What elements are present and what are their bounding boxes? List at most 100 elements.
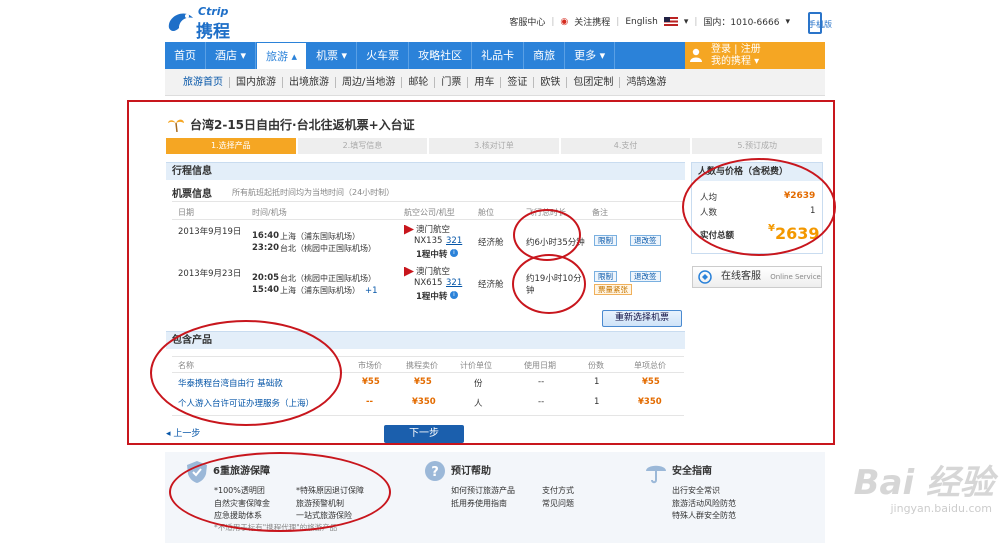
subnav-custom[interactable]: 包团定制 (567, 76, 621, 88)
transfer-label: 1程中转 (416, 292, 448, 302)
subnav-domestic[interactable]: 国内旅游 (230, 76, 283, 88)
nav-more[interactable]: 更多 ▾ (565, 42, 616, 69)
reselect-flights-button[interactable]: 重新选择机票 (602, 310, 682, 327)
safety-link[interactable]: 旅游活动风险防范 (672, 498, 736, 509)
guarantee-item[interactable]: 应急援助体系 (214, 510, 262, 521)
info-icon[interactable]: i (450, 291, 458, 299)
col-qty: 份数 (588, 361, 604, 370)
total-label: 实付总额 (700, 231, 735, 241)
customer-service-link[interactable]: 客服中心 (509, 15, 545, 28)
col-duration: 飞行总时长 (526, 208, 566, 217)
divider: | (694, 16, 698, 27)
item-total: ¥55 (642, 377, 660, 387)
subnav-eurail[interactable]: 欧铁 (534, 76, 568, 88)
divider: | (551, 16, 555, 27)
nav-flights[interactable]: 机票 ▾ (307, 42, 358, 69)
subnav-outbound[interactable]: 出境旅游 (283, 76, 336, 88)
col-remarks: 备注 (592, 208, 608, 217)
item-total: ¥350 (638, 397, 662, 407)
subnav-local[interactable]: 周边/当地游 (336, 76, 403, 88)
nav-home[interactable]: 首页 (165, 42, 206, 69)
table-row: 华泰携程台湾自由行 基础款 ¥55 ¥55 份 -- 1 ¥55 (172, 377, 684, 391)
unit: 份 (474, 379, 483, 389)
package-header: 包含产品 (166, 331, 685, 349)
flight-number: NX135 (414, 236, 443, 246)
nav-hotel[interactable]: 酒店 ▾ (206, 42, 257, 69)
login-register-link[interactable]: 登录 | 注册 (711, 44, 825, 56)
next-day-indicator: +1 (365, 286, 378, 296)
follow-ctrip-link[interactable]: 关注携程 (574, 15, 610, 28)
total-currency: ¥ (768, 223, 775, 234)
itinerary-header: 行程信息 (166, 162, 685, 180)
transfer-label: 1程中转 (416, 250, 448, 260)
airline-logo-icon (404, 224, 414, 235)
flight-number: NX615 (414, 278, 443, 288)
nav-business[interactable]: 商旅 (524, 42, 566, 69)
ctrip-price: ¥350 (412, 397, 436, 407)
subnav-car[interactable]: 用车 (468, 76, 502, 88)
col-unit: 计价单位 (460, 361, 492, 370)
subnav-hhtravel[interactable]: 鸿鹄逸游 (620, 77, 672, 88)
restriction-button[interactable]: 限制 (594, 271, 617, 282)
aircraft-type-link[interactable]: 321 (446, 278, 462, 288)
arr-time: 15:40 (252, 285, 280, 295)
baidu-watermark: Bai 经验 (853, 463, 994, 503)
help-link[interactable]: 常见问题 (542, 498, 574, 509)
person-count-label: 人数 (700, 208, 718, 218)
col-airline: 航空公司/机型 (404, 208, 455, 217)
use-date: -- (538, 377, 545, 387)
aircraft-type-link[interactable]: 321 (446, 236, 462, 246)
table-row: 个人游入台许可证办理服务（上海） -- ¥350 人 -- 1 ¥350 (172, 397, 684, 411)
refund-change-button[interactable]: 退改签 (630, 271, 661, 282)
safety-link[interactable]: 出行安全常识 (672, 485, 720, 496)
chat-bubble-icon (698, 270, 712, 284)
subnav-visa[interactable]: 签证 (501, 76, 535, 88)
prev-step-link[interactable]: ◂ 上一步 (166, 426, 200, 439)
us-flag-icon (663, 17, 678, 26)
nav-travel[interactable]: 旅游 ▴ (256, 42, 308, 69)
weibo-icon[interactable]: ◉ (560, 17, 568, 27)
guarantee-item[interactable]: *特殊原因退订保障 (296, 485, 364, 496)
subnav-travel-home[interactable]: 旅游首页 (177, 76, 230, 88)
nav-guides[interactable]: 攻略社区 (409, 42, 473, 69)
col-total: 单项总价 (634, 361, 666, 370)
prev-step-label: 上一步 (173, 429, 201, 439)
guarantee-item[interactable]: 一站式旅游保险 (296, 510, 352, 521)
market-price: -- (366, 397, 374, 407)
package-item-link[interactable]: 华泰携程台湾自由行 基础款 (178, 377, 283, 389)
airline-name: 澳门航空 (416, 267, 451, 277)
my-ctrip-link[interactable]: 我的携程 ▾ (711, 56, 825, 68)
col-use-date: 使用日期 (524, 361, 556, 370)
dep-time: 16:40 (252, 231, 280, 241)
product-title: 台湾2-15日自由行·台北往返机票+入台证 (190, 118, 415, 132)
next-step-button[interactable]: 下一步 (384, 425, 464, 443)
col-ctrip-price: 携程卖价 (406, 361, 438, 370)
progress-steps: 1.选择产品 2.填写信息 3.核对订单 4.支付 5.预订成功 (166, 138, 824, 154)
guarantee-item[interactable]: 旅游预警机制 (296, 498, 344, 509)
guarantee-item[interactable]: *100%透明团 (214, 485, 265, 496)
guarantee-item[interactable]: 自然灾害保障金 (214, 498, 270, 509)
nav-giftcard[interactable]: 礼品卡 (472, 42, 525, 69)
safety-link[interactable]: 特殊人群安全防范 (672, 510, 736, 521)
cabin-class: 经济舱 (478, 238, 504, 248)
chevron-down-icon[interactable]: ▾ (785, 17, 790, 27)
baidu-watermark-url: jingyan.baidu.com (890, 502, 992, 515)
quantity: 1 (594, 377, 600, 387)
english-link[interactable]: English (625, 17, 658, 27)
mobile-version-link[interactable]: 手机版 (808, 19, 832, 30)
airline-logo-icon (404, 266, 414, 277)
restriction-button[interactable]: 限制 (594, 235, 617, 246)
use-date: -- (538, 397, 545, 407)
arr-time: 23:20 (252, 243, 280, 253)
chevron-down-icon[interactable]: ▾ (684, 17, 689, 27)
help-link[interactable]: 支付方式 (542, 485, 574, 496)
subnav-cruise[interactable]: 邮轮 (402, 76, 436, 88)
nav-trains[interactable]: 火车票 (357, 42, 410, 69)
package-item-link[interactable]: 个人游入台许可证办理服务（上海） (178, 397, 314, 409)
help-link[interactable]: 抵用券使用指南 (451, 498, 507, 509)
subnav-tickets[interactable]: 门票 (435, 76, 469, 88)
col-date: 日期 (178, 208, 194, 217)
help-link[interactable]: 如何预订旅游产品 (451, 485, 515, 496)
info-icon[interactable]: i (450, 249, 458, 257)
refund-change-button[interactable]: 退改签 (630, 235, 661, 246)
